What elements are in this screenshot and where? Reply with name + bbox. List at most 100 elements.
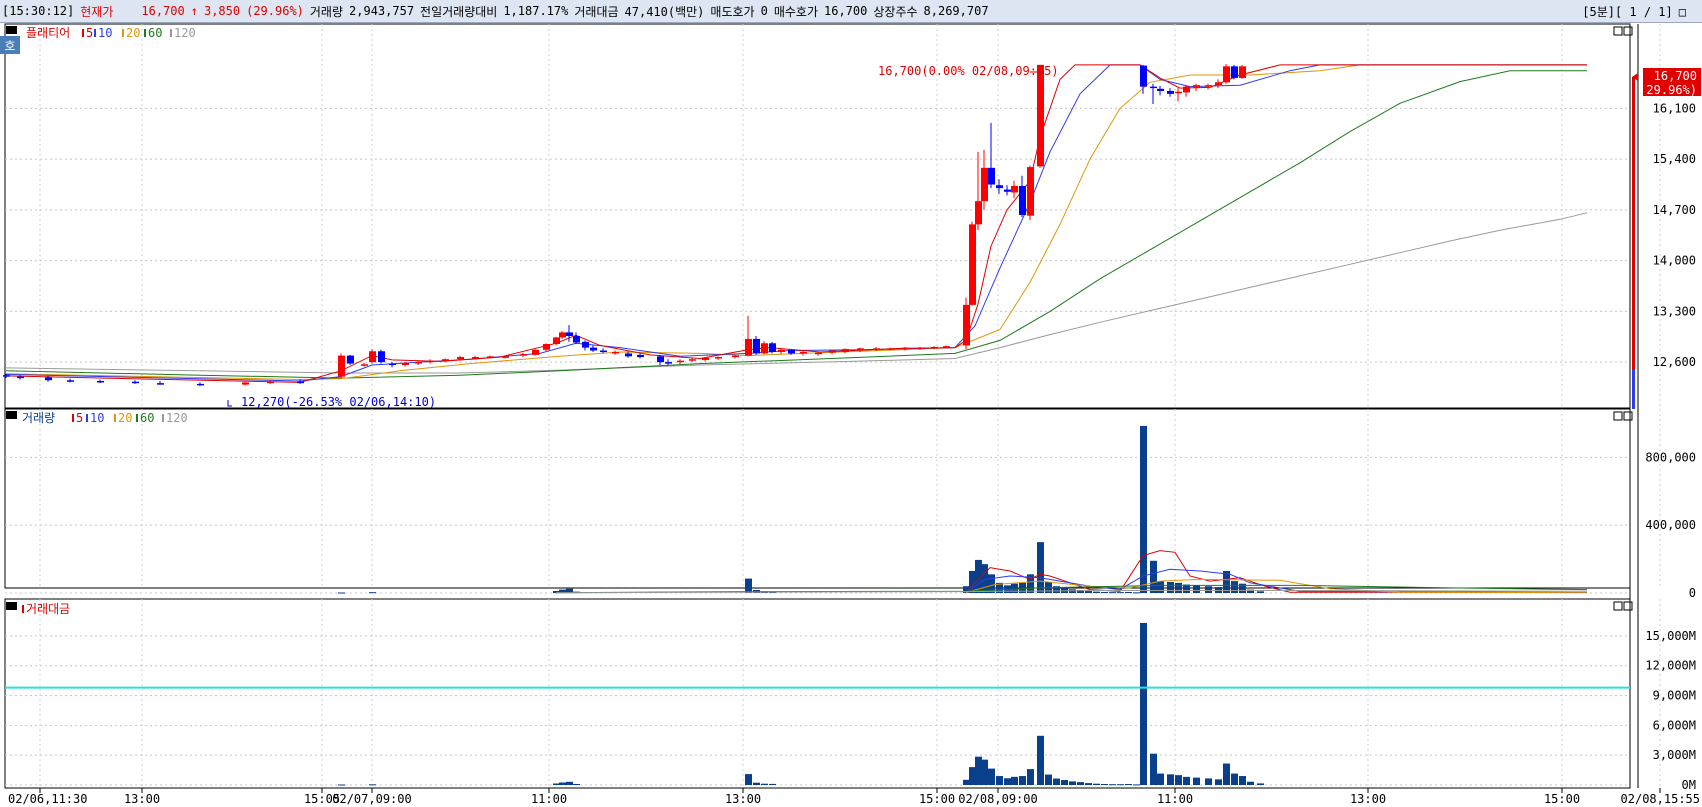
candle-body: [1223, 66, 1230, 83]
window-restore-icon[interactable]: □: [1679, 5, 1686, 19]
price-tick-label: 14,700: [1653, 203, 1696, 217]
candle-body: [657, 356, 664, 363]
pane-close-icon[interactable]: [1623, 601, 1633, 611]
pane-close-icon[interactable]: [1623, 411, 1633, 421]
candle-body: [369, 351, 376, 363]
amount-bar: [1167, 774, 1174, 785]
amount-bar: [753, 782, 760, 785]
pane-menu-icon[interactable]: [6, 602, 17, 610]
amount-bar: [988, 768, 995, 785]
up-arrow-icon: ↑: [190, 4, 198, 18]
amount-bar: [996, 776, 1003, 785]
time-tick-label: 11:00: [531, 792, 567, 806]
volume-bar: [1231, 581, 1238, 593]
candle-body: [1183, 86, 1190, 93]
prev-volume-ratio-label: 전일거래량대비: [420, 4, 498, 19]
candle-body: [761, 343, 768, 354]
candle-body: [1019, 185, 1026, 215]
candle-body: [677, 360, 684, 363]
candle-body: [457, 357, 464, 360]
candle-body: [415, 362, 422, 364]
shares-value: 8,269,707: [923, 4, 989, 18]
amount-bar: [1077, 782, 1084, 785]
candle-body: [1140, 65, 1147, 87]
low-annotation: 12,270(-26.53% 02/06,14:10): [241, 395, 436, 409]
time-tick-label: 15:00: [919, 792, 955, 806]
candle-body: [981, 167, 988, 202]
amount-bar: [1045, 774, 1052, 785]
candle-body: [45, 377, 52, 381]
candle-body: [402, 362, 409, 366]
candle-body: [715, 357, 722, 359]
legend-swatch: [144, 29, 146, 37]
candle-body: [745, 338, 752, 356]
volume-legend-120: 120: [166, 411, 188, 425]
volume-bar: [745, 578, 752, 593]
candle-body: [769, 343, 776, 352]
ask-value: 0: [760, 4, 768, 18]
pane-close-icon[interactable]: [1623, 26, 1633, 36]
amount-bar: [1193, 777, 1200, 785]
candle-body: [842, 349, 849, 352]
pane-maximize-icon[interactable]: [1613, 601, 1623, 611]
candle-body: [543, 344, 550, 350]
legend-swatch: [122, 29, 124, 37]
candle-body: [378, 351, 385, 363]
shares-label: 상장주수: [873, 4, 918, 19]
amount-value: 47,410(백만): [624, 4, 705, 19]
legend-swatch: [94, 29, 96, 37]
volume-tick-label: 0: [1689, 586, 1696, 600]
price-legend-120: 120: [174, 26, 196, 40]
volume-bar: [1117, 592, 1124, 594]
amount-bar: [1257, 783, 1264, 785]
time-tick-label: 11:00: [1157, 792, 1193, 806]
amount-bar: [975, 756, 982, 785]
period-selector[interactable]: [5분][ 1 / 1] □: [1582, 3, 1692, 20]
volume-bar: [1109, 592, 1116, 594]
time-tick-label: 02/06,11:30: [8, 792, 87, 806]
amount-bar: [1037, 735, 1044, 785]
legend-swatch: [162, 414, 164, 422]
amount-bar: [1175, 775, 1182, 785]
volume-bar: [1085, 590, 1092, 593]
price-tick-label: 15,400: [1653, 152, 1696, 166]
candle-body: [1157, 88, 1164, 91]
time-tick-label: 13:00: [1350, 792, 1386, 806]
candle-body: [815, 352, 822, 355]
legend-swatch: [72, 414, 74, 422]
amount-bar: [981, 759, 988, 785]
candle-body: [442, 359, 449, 362]
candle-body: [1175, 91, 1182, 94]
legend-swatch: [22, 605, 24, 613]
pane-menu-icon[interactable]: [6, 411, 17, 419]
amount-bar: [1117, 784, 1124, 786]
amount-bar: [1157, 773, 1164, 785]
amount-bar: [559, 782, 566, 785]
candle-body: [242, 382, 249, 385]
legend-swatch: [86, 414, 88, 422]
candle-body: [1167, 90, 1174, 94]
period-text: [5분][ 1 / 1]: [1582, 5, 1673, 19]
amount-bar: [1109, 784, 1116, 786]
amount-bar: [761, 783, 768, 785]
candle-body: [902, 347, 909, 350]
candle-body: [197, 383, 204, 386]
amount-bar: [553, 783, 560, 785]
candle-body: [1239, 66, 1246, 78]
time-tick-label: 13:00: [124, 792, 160, 806]
amount-tick-label: 3,000M: [1653, 748, 1696, 762]
pane-menu-icon[interactable]: [6, 26, 17, 34]
legend-swatch: [114, 414, 116, 422]
price-change-pct: (29.96%): [246, 4, 304, 18]
candle-body: [788, 349, 795, 354]
candle-body: [67, 380, 74, 382]
stock-chart: 16,100 15,400 14,700 14,000 13,300 12,600 16,7…: [0, 23, 1701, 806]
pane-maximize-icon[interactable]: [1613, 411, 1623, 421]
amount-bar: [1069, 781, 1076, 785]
volume-bar: [1193, 585, 1200, 593]
candle-body: [566, 332, 573, 337]
price-tick-label: 12,600: [1653, 355, 1696, 369]
candle-body: [732, 355, 739, 358]
volume-bar: [1205, 586, 1212, 593]
pane-maximize-icon[interactable]: [1613, 26, 1623, 36]
